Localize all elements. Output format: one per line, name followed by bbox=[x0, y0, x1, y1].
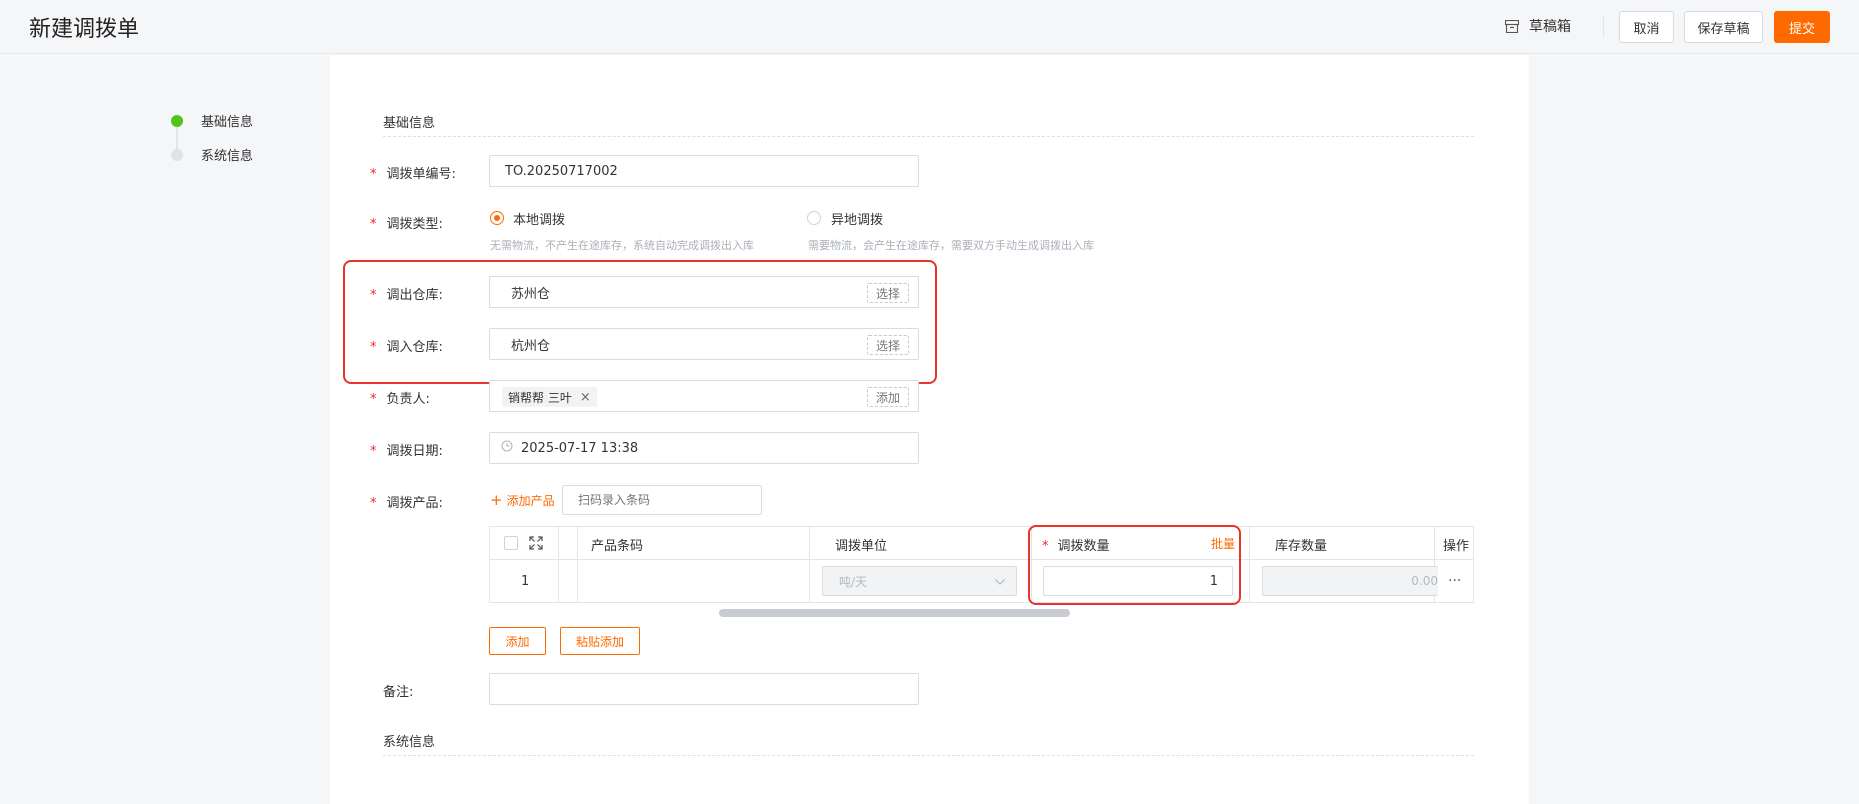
submit-button[interactable]: 提交 bbox=[1774, 11, 1830, 43]
radio-local-transfer[interactable] bbox=[490, 211, 504, 225]
radio-remote-label[interactable]: 异地调拨 bbox=[831, 209, 883, 228]
date-value: 2025-07-17 13:38 bbox=[521, 440, 639, 456]
expand-icon[interactable] bbox=[529, 536, 543, 554]
col-header-unit: 调拨单位 bbox=[835, 539, 888, 554]
local-transfer-hint: 无需物流，不产生在途库存，系统自动完成调拨出入库 bbox=[490, 239, 754, 252]
unit-value: 吨/天 bbox=[839, 574, 868, 589]
transfer-type-label: * 调拨类型: bbox=[370, 217, 443, 232]
owner-input[interactable]: 销帮帮 三叶 × 添加 bbox=[489, 380, 919, 412]
col-divider bbox=[1249, 527, 1250, 602]
date-input[interactable]: 2025-07-17 13:38 bbox=[489, 432, 919, 464]
warehouse-highlight-box bbox=[343, 260, 937, 384]
add-product-button[interactable]: + 添加产品 bbox=[490, 491, 555, 509]
header-divider bbox=[1603, 16, 1604, 38]
cancel-button[interactable]: 取消 bbox=[1619, 11, 1674, 43]
step-dot-system bbox=[171, 149, 183, 161]
page-header: 新建调拨单 草稿箱 取消 保存草稿 提交 bbox=[0, 0, 1859, 54]
save-draft-button[interactable]: 保存草稿 bbox=[1684, 11, 1763, 43]
page-title: 新建调拨单 bbox=[29, 17, 140, 42]
section-divider bbox=[383, 755, 1474, 756]
products-label: * 调拨产品: bbox=[370, 496, 443, 511]
add-row-button[interactable]: 添加 bbox=[489, 627, 546, 655]
close-icon[interactable]: × bbox=[580, 390, 591, 405]
col-divider bbox=[577, 527, 578, 602]
plus-icon: + bbox=[490, 491, 503, 509]
quantity-highlight-box bbox=[1028, 525, 1241, 605]
section-title-basic: 基础信息 bbox=[383, 116, 436, 131]
barcode-scan-input[interactable] bbox=[562, 485, 762, 515]
add-product-label: 添加产品 bbox=[506, 493, 555, 508]
remark-input[interactable] bbox=[489, 673, 919, 705]
owner-tag-label: 销帮帮 三叶 bbox=[508, 390, 572, 405]
step-basic-info[interactable]: 基础信息 bbox=[201, 111, 253, 130]
col-divider bbox=[558, 527, 559, 602]
draft-box-label: 草稿箱 bbox=[1529, 19, 1571, 35]
section-title-system: 系统信息 bbox=[383, 735, 436, 750]
remark-label: 备注: bbox=[383, 685, 414, 700]
select-all-checkbox[interactable] bbox=[504, 536, 518, 550]
step-dot-basic bbox=[171, 115, 183, 127]
col-header-actions: 操作 bbox=[1443, 539, 1470, 554]
radio-local-label[interactable]: 本地调拨 bbox=[513, 209, 565, 228]
product-table: 产品条码 调拨单位 * 调拨数量 批量 库存数量 操作 1 吨/天 1 0.00 … bbox=[489, 526, 1474, 603]
owner-add-button[interactable]: 添加 bbox=[867, 387, 909, 407]
form-panel: 基础信息 * 调拨单编号: TO.20250717002 * 调拨类型: 本地调拨 … bbox=[330, 55, 1529, 804]
row-more-button[interactable]: ··· bbox=[1448, 573, 1461, 589]
table-header-divider bbox=[490, 559, 1473, 560]
table-horizontal-scrollbar[interactable] bbox=[719, 609, 1070, 617]
col-header-barcode: 产品条码 bbox=[591, 539, 644, 554]
date-label: * 调拨日期: bbox=[370, 444, 443, 459]
paste-add-button[interactable]: 粘贴添加 bbox=[560, 627, 640, 655]
col-header-stock: 库存数量 bbox=[1275, 539, 1328, 554]
stock-value: 0.00 bbox=[1262, 566, 1438, 596]
archive-icon bbox=[1505, 19, 1519, 33]
order-no-label: * 调拨单编号: bbox=[370, 167, 456, 182]
owner-tag: 销帮帮 三叶 × bbox=[502, 387, 597, 407]
order-no-input[interactable]: TO.20250717002 bbox=[489, 155, 919, 187]
owner-label: * 负责人: bbox=[370, 392, 430, 407]
unit-select: 吨/天 bbox=[822, 566, 1017, 596]
chevron-down-icon bbox=[994, 574, 1006, 588]
draft-box-button[interactable]: 草稿箱 bbox=[1505, 16, 1571, 36]
section-divider bbox=[383, 136, 1474, 137]
remote-transfer-hint: 需要物流，会产生在途库存，需要双方手动生成调拨出入库 bbox=[808, 239, 1094, 252]
col-divider bbox=[809, 527, 810, 602]
row-index: 1 bbox=[521, 574, 530, 589]
clock-icon bbox=[501, 440, 513, 456]
step-system-info[interactable]: 系统信息 bbox=[201, 145, 253, 164]
radio-remote-transfer[interactable] bbox=[807, 211, 821, 225]
